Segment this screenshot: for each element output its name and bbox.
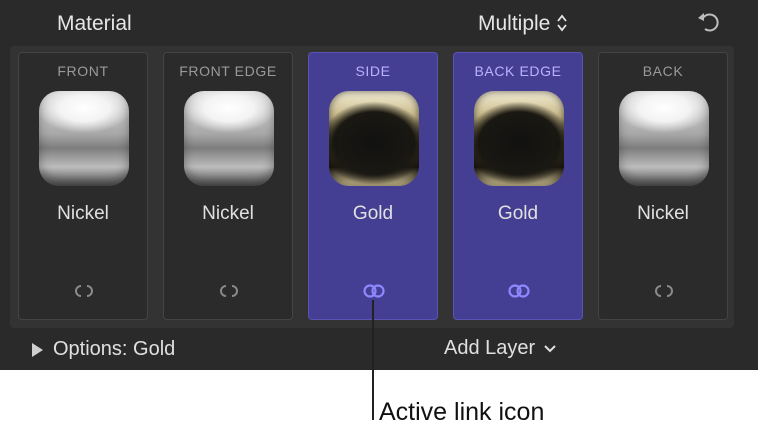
mode-select-label: Multiple xyxy=(478,12,551,35)
material-name: Gold xyxy=(497,203,539,224)
add-layer-menu[interactable]: Add Layer xyxy=(444,337,557,360)
chevron-down-icon xyxy=(543,337,557,360)
gold-swatch xyxy=(329,91,419,186)
link-inactive-icon[interactable] xyxy=(69,281,99,301)
options-disclosure[interactable]: Options: Gold xyxy=(32,338,175,361)
tile-label: FRONT xyxy=(57,63,109,79)
tile-label: SIDE xyxy=(355,63,391,79)
callout-line xyxy=(372,300,374,420)
mode-select[interactable]: Multiple xyxy=(478,12,568,36)
reset-icon[interactable] xyxy=(695,8,723,36)
options-label: Options: Gold xyxy=(53,338,176,360)
nickel-swatch xyxy=(619,91,709,186)
panel-title: Material xyxy=(57,12,132,35)
material-panel: Material Multiple FRONT Nickel FRONT EDG… xyxy=(0,0,758,370)
chevron-updown-icon xyxy=(556,13,568,35)
nickel-swatch xyxy=(39,91,129,186)
tile-side[interactable]: SIDE Gold xyxy=(308,52,438,320)
link-inactive-icon[interactable] xyxy=(649,281,679,301)
tile-front-edge[interactable]: FRONT EDGE Nickel xyxy=(163,52,293,320)
disclosure-triangle-icon xyxy=(32,342,43,357)
tile-label: FRONT EDGE xyxy=(179,63,277,79)
tile-front[interactable]: FRONT Nickel xyxy=(18,52,148,320)
gold-swatch xyxy=(474,91,564,186)
material-name: Gold xyxy=(352,203,394,224)
tile-back-edge[interactable]: BACK EDGE Gold xyxy=(453,52,583,320)
panel-header: Material Multiple xyxy=(0,0,758,50)
tile-back[interactable]: BACK Nickel xyxy=(598,52,728,320)
link-active-icon[interactable] xyxy=(359,281,389,301)
tile-label: BACK xyxy=(642,63,684,79)
material-name: Nickel xyxy=(202,203,254,224)
material-name: Nickel xyxy=(57,203,109,224)
material-name: Nickel xyxy=(637,203,689,224)
link-active-icon[interactable] xyxy=(504,281,534,301)
nickel-swatch xyxy=(184,91,274,186)
link-inactive-icon[interactable] xyxy=(214,281,244,301)
add-layer-label: Add Layer xyxy=(444,337,536,359)
tile-label: BACK EDGE xyxy=(474,63,562,79)
callout-label: Active link icon xyxy=(379,398,545,426)
